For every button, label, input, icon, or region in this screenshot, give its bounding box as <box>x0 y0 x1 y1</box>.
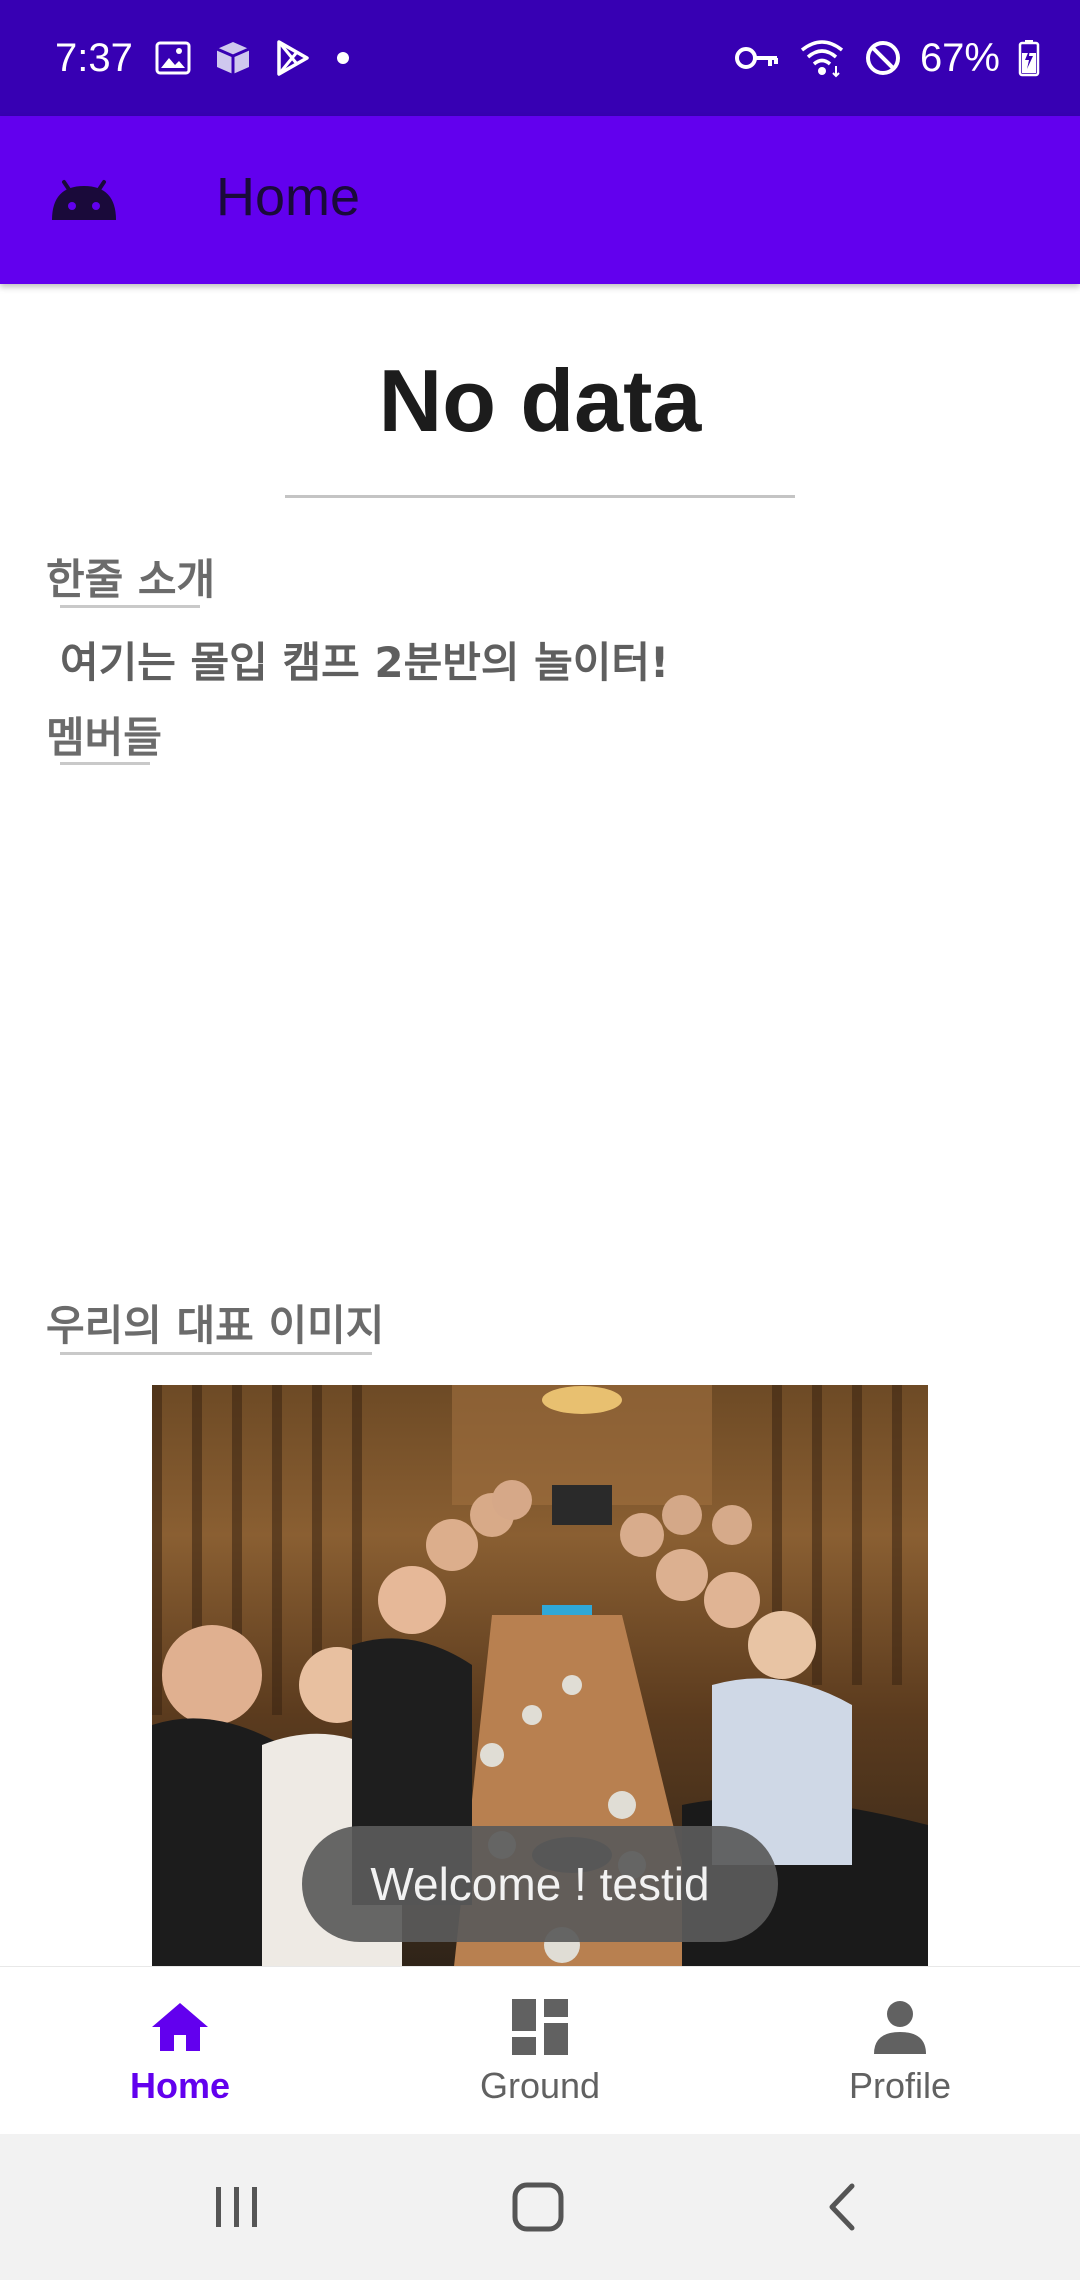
image-section-title: 우리의 대표 이미지 <box>46 1301 385 1350</box>
intro-section-title: 한줄 소개 <box>46 555 216 604</box>
dot-icon <box>333 48 353 68</box>
nav-item-profile[interactable]: Profile <box>720 1967 1080 2135</box>
do-not-disturb-icon <box>864 39 902 77</box>
no-data-headline: No data <box>378 351 702 450</box>
home-content[interactable]: No data 한줄 소개 여기는 몰입 캠프 2분반의 놀이터! 멤버들 우리… <box>0 284 1080 1966</box>
intro-title-underline <box>60 605 200 608</box>
status-bar-left: 7:37 <box>55 36 353 81</box>
members-section-title: 멤버들 <box>46 713 162 762</box>
android-icon <box>50 178 118 226</box>
image-icon <box>155 41 191 75</box>
nav-label-ground: Ground <box>479 2065 601 2106</box>
members-list <box>0 764 1080 1284</box>
welcome-toast: Welcome ! testid <box>302 1826 778 1942</box>
back-icon[interactable] <box>822 2182 862 2236</box>
app-bar: Home <box>0 116 1080 284</box>
battery-percent: 67% <box>919 35 1000 80</box>
bottom-navigation: Home Ground Profile <box>0 1966 1080 2135</box>
dashboard-icon <box>512 1995 568 2059</box>
clock: 7:37 <box>55 35 133 80</box>
nav-label-home: Home <box>129 2065 231 2106</box>
recent-apps-icon[interactable] <box>212 2182 262 2236</box>
person-icon <box>874 1995 926 2059</box>
headline-divider <box>285 495 795 498</box>
image-title-underline <box>60 1352 372 1355</box>
intro-text: 여기는 몰입 캠프 2분반의 놀이터! <box>60 638 670 687</box>
wifi-icon <box>798 38 846 78</box>
status-bar-right: 67% <box>734 36 1040 81</box>
home-button-icon[interactable] <box>512 2182 566 2236</box>
package-icon <box>213 39 253 77</box>
status-bar: 7:37 67% <box>0 0 1080 116</box>
nav-item-home[interactable]: Home <box>0 1967 360 2135</box>
nav-label-profile: Profile <box>848 2065 952 2106</box>
home-icon <box>150 1995 210 2059</box>
system-navigation-bar <box>0 2134 1080 2280</box>
play-store-icon <box>275 39 311 77</box>
vpn-key-icon <box>734 43 780 73</box>
battery-charging-icon <box>1018 39 1040 77</box>
nav-item-ground[interactable]: Ground <box>360 1967 720 2135</box>
page-title: Home <box>216 167 361 227</box>
